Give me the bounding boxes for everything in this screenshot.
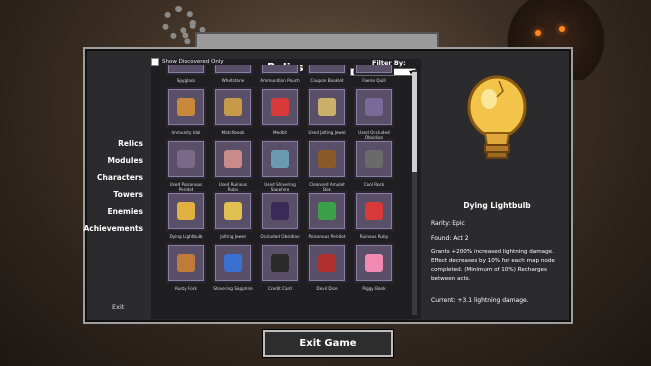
nav-item-characters[interactable]: Characters (97, 173, 143, 182)
relic-tile[interactable] (166, 191, 206, 231)
exit-game-button[interactable]: Exit Game (263, 330, 393, 357)
relic-tile[interactable] (354, 191, 394, 231)
relic-detail: Dying Lightbulb Rarity: Epic Found: Act … (427, 59, 567, 319)
relic-card[interactable]: Spyglass (166, 65, 206, 88)
piggy-bank-icon (365, 254, 383, 272)
relic-tile[interactable] (166, 65, 206, 75)
relic-current: Current: +3.1 lightning damage. (431, 297, 529, 304)
scrollbar-thumb[interactable] (412, 72, 417, 172)
nav-item-enemies[interactable]: Enemies (108, 207, 144, 216)
relic-tile[interactable] (354, 87, 394, 127)
relic-card[interactable]: Used Poisonous Peridot (166, 139, 206, 192)
relic-tile[interactable] (166, 243, 206, 283)
relic-tile[interactable] (260, 191, 300, 231)
relic-card[interactable]: Used Jolting Jewel (307, 87, 347, 140)
relic-tile[interactable] (166, 87, 206, 127)
relic-card[interactable]: Used Shivering Sapphire (260, 139, 300, 192)
nav-item-towers[interactable]: Towers (114, 190, 143, 199)
relic-card-label: Credit Card (268, 286, 292, 291)
checkbox[interactable] (151, 58, 159, 66)
relic-tile[interactable] (307, 191, 347, 231)
relic-tile[interactable] (260, 243, 300, 283)
obsidian-icon (271, 202, 289, 220)
relic-card[interactable]: Ruinous Ruby (354, 191, 394, 244)
relic-card[interactable]: Shivering Sapphire (213, 243, 253, 296)
relic-tile[interactable] (166, 139, 206, 179)
lightbulb-icon (467, 75, 527, 159)
relic-tile[interactable] (307, 243, 347, 283)
ruby-icon (365, 202, 383, 220)
dice-icon (318, 254, 336, 272)
relic-tile[interactable] (213, 243, 253, 283)
collection-panel: Relics Modules Characters Towers Enemies… (83, 47, 573, 324)
relic-rarity: Rarity: Epic (431, 220, 465, 227)
chest-icon (318, 150, 336, 168)
relic-card[interactable]: Cool Rock (354, 139, 394, 192)
obsidian-icon (365, 98, 383, 116)
relic-card-label: Shivering Sapphire (213, 286, 253, 291)
nav-item-modules[interactable]: Modules (108, 156, 143, 165)
relic-card[interactable]: Whetstone (213, 65, 253, 88)
relic-grid: Spyglass Whetstone Ammunition Pouch Coupon … (166, 65, 406, 321)
relic-card[interactable]: Devil Dice (307, 243, 347, 296)
relic-card[interactable]: Credit Card (260, 243, 300, 296)
relic-card[interactable]: Matchbook (213, 87, 253, 140)
nav-item-relics[interactable]: Relics (118, 139, 143, 148)
relic-tile[interactable] (213, 65, 253, 75)
relic-card[interactable]: Used Occluded Obsidian (354, 87, 394, 140)
relic-card[interactable]: Poisonous Peridot (307, 191, 347, 244)
peridot-icon (318, 202, 336, 220)
relic-card[interactable]: Coupon Booklet (307, 65, 347, 88)
relic-tile[interactable] (213, 191, 253, 231)
relic-card[interactable]: Piggy Bank (354, 243, 394, 296)
sapphire-icon (224, 254, 242, 272)
peridot-icon (177, 150, 195, 168)
matchbook-icon (224, 98, 242, 116)
rock-icon (365, 150, 383, 168)
fork-icon (177, 254, 195, 272)
relic-tile[interactable] (260, 87, 300, 127)
relic-description: Grants +200% increased lightning damage.… (431, 249, 555, 282)
relic-card[interactable]: Faerie Quill (354, 65, 394, 88)
relic-card[interactable]: Jolting Jewel (213, 191, 253, 244)
relic-card[interactable]: Cleansed Amulet Box (307, 139, 347, 192)
relic-name: Dying Lightbulb (463, 201, 531, 210)
lightbulb-icon (177, 202, 195, 220)
relic-tile[interactable] (213, 139, 253, 179)
relic-tile[interactable] (260, 65, 300, 75)
relic-tile[interactable] (260, 139, 300, 179)
scrollbar[interactable] (412, 70, 417, 315)
sapphire-icon (271, 150, 289, 168)
relic-card-label: Devil Dice (316, 286, 338, 291)
relic-card[interactable]: Medkit (260, 87, 300, 140)
relic-card-label: Piggy Bank (362, 286, 386, 291)
idol-icon (177, 98, 195, 116)
relic-found: Found: Act 2 (431, 235, 469, 242)
nav-item-achievements[interactable]: Achievements (83, 224, 143, 233)
relic-card-label: Rusty Fork (175, 286, 197, 291)
relic-tile[interactable] (307, 65, 347, 75)
relic-tile[interactable] (307, 87, 347, 127)
relic-card[interactable]: Immunity Idol (166, 87, 206, 140)
relic-tile[interactable] (354, 139, 394, 179)
credit-card-icon (271, 254, 289, 272)
ruby-icon (224, 150, 242, 168)
relic-card[interactable]: Ammunition Pouch (260, 65, 300, 88)
category-nav: Relics Modules Characters Towers Enemies… (83, 49, 147, 322)
relic-tile[interactable] (354, 243, 394, 283)
jewel-icon (224, 202, 242, 220)
jewel-icon (318, 98, 336, 116)
medkit-icon (271, 98, 289, 116)
relic-tile[interactable] (354, 65, 394, 75)
relic-tile[interactable] (213, 87, 253, 127)
relic-tile[interactable] (307, 139, 347, 179)
relic-card[interactable]: Occluded Obsidian (260, 191, 300, 244)
relic-card[interactable]: Rusty Fork (166, 243, 206, 296)
relic-card[interactable]: Used Ruinous Ruby (213, 139, 253, 192)
exit-link[interactable]: Exit (112, 303, 124, 311)
relic-card[interactable]: Dying Lightbulb (166, 191, 206, 244)
